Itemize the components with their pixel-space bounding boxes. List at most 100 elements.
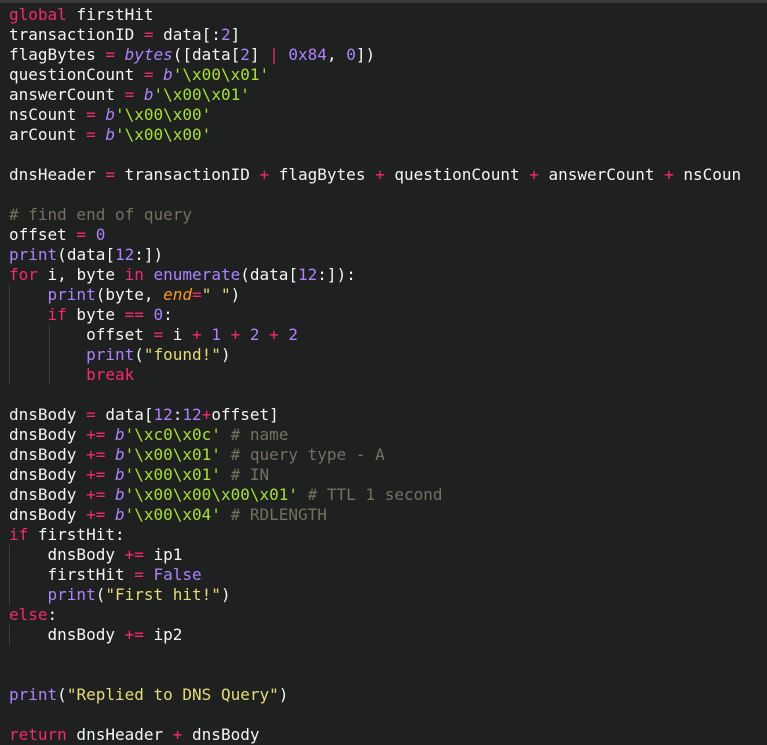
- code-token: ==: [124, 305, 144, 324]
- code-line[interactable]: flagBytes = bytes([data[2] | 0x84, 0]): [9, 45, 741, 65]
- code-token: offset: [86, 325, 144, 344]
- code-line[interactable]: break: [9, 365, 741, 385]
- code-line[interactable]: dnsBody = data[12:12+offset]: [9, 405, 741, 425]
- code-token: if: [9, 525, 29, 544]
- code-token: +: [519, 165, 549, 184]
- code-token: enumerate: [153, 265, 241, 284]
- code-token: # TTL 1 second: [298, 485, 443, 504]
- code-line[interactable]: [9, 185, 741, 205]
- code-token: end: [163, 285, 193, 304]
- code-line[interactable]: dnsHeader = transactionID + flagBytes + …: [9, 165, 741, 185]
- code-line[interactable]: if byte == 0:: [9, 305, 741, 325]
- code-line[interactable]: return dnsHeader + dnsBody: [9, 725, 741, 745]
- code-token: :: [47, 605, 58, 624]
- code-line[interactable]: dnsBody += b'\x00\x01' # IN: [9, 465, 741, 485]
- code-token: "First hit!": [105, 585, 221, 604]
- code-token: +: [249, 165, 279, 184]
- code-token: 2: [249, 325, 260, 344]
- indent-guide: [49, 345, 50, 365]
- code-token: '\x00\x01': [153, 85, 250, 104]
- code-token: i: [172, 325, 183, 344]
- code-token: '\x00\x00\x00\x01': [124, 485, 298, 504]
- code-line[interactable]: questionCount = b'\x00\x01': [9, 65, 741, 85]
- code-token: +: [365, 165, 395, 184]
- code-token: ip1: [153, 545, 183, 564]
- code-line[interactable]: print("First hit!"): [9, 585, 741, 605]
- code-editor[interactable]: global firstHit transactionID = data[:2] f…: [0, 0, 767, 745]
- code-token: b: [163, 65, 173, 84]
- code-line[interactable]: # find end of query: [9, 205, 741, 225]
- code-line[interactable]: if firstHit:: [9, 525, 741, 545]
- code-line[interactable]: else:: [9, 605, 741, 625]
- code-line[interactable]: dnsBody += b'\xc0\x0c' # name: [9, 425, 741, 445]
- code-token: =: [192, 285, 202, 304]
- code-token: dnsBody: [9, 445, 77, 464]
- code-token: questionCount: [9, 65, 135, 84]
- code-line[interactable]: nsCount = b'\x00\x00': [9, 105, 741, 125]
- code-line[interactable]: [9, 705, 741, 725]
- code-token: flagBytes: [9, 45, 96, 64]
- code-line[interactable]: print(data[12:]): [9, 245, 741, 265]
- code-line[interactable]: dnsBody += ip2: [9, 625, 741, 645]
- indent-guide: [49, 325, 50, 345]
- code-token: transactionID: [9, 25, 135, 44]
- code-token: '\x00\x01': [124, 445, 221, 464]
- code-token: firstHit: [76, 5, 154, 24]
- code-line[interactable]: print("found!"): [9, 345, 741, 365]
- code-area[interactable]: global firstHit transactionID = data[:2] f…: [9, 5, 741, 745]
- code-line[interactable]: transactionID = data[:2]: [9, 25, 741, 45]
- code-token: offset: [211, 405, 270, 424]
- code-token: (: [240, 265, 250, 284]
- code-token: ([: [172, 45, 193, 64]
- code-token: ): [220, 345, 231, 364]
- code-token: 12: [153, 405, 173, 424]
- code-token: [: [288, 265, 299, 284]
- code-line[interactable]: for i, byte in enumerate(data[12:]):: [9, 265, 741, 285]
- code-line[interactable]: [9, 385, 741, 405]
- code-token: nsCoun: [683, 165, 742, 184]
- code-line[interactable]: offset = 0: [9, 225, 741, 245]
- code-token: # query type - A: [220, 445, 385, 464]
- code-token: byte: [66, 305, 125, 324]
- indent-guide: [9, 585, 10, 605]
- code-token: answerCount: [9, 85, 115, 104]
- code-line[interactable]: answerCount = b'\x00\x01': [9, 85, 741, 105]
- code-token: "Replied to DNS Query": [66, 685, 279, 704]
- code-line[interactable]: dnsBody += b'\x00\x04' # RDLENGTH: [9, 505, 741, 525]
- code-token: dnsBody: [9, 505, 77, 524]
- code-token: " ": [201, 285, 231, 304]
- code-line[interactable]: firstHit = False: [9, 565, 741, 585]
- code-token: 0: [153, 305, 164, 324]
- code-line[interactable]: [9, 665, 741, 685]
- code-token: 0x84: [288, 45, 327, 64]
- code-line[interactable]: dnsBody += ip1: [9, 545, 741, 565]
- code-token: arCount: [9, 125, 77, 144]
- code-token: :]):: [317, 265, 356, 284]
- code-line[interactable]: print(byte, end=" "): [9, 285, 741, 305]
- code-line[interactable]: [9, 145, 741, 165]
- code-token: :]): [134, 245, 164, 264]
- code-token: ip2: [153, 625, 183, 644]
- code-token: +=: [76, 425, 115, 444]
- code-line[interactable]: global firstHit: [9, 5, 741, 25]
- code-token: dnsBody: [9, 465, 77, 484]
- code-token: :: [172, 405, 183, 424]
- code-line[interactable]: [9, 645, 741, 665]
- indent-guide: [9, 625, 10, 645]
- code-token: 12: [298, 265, 318, 284]
- code-line[interactable]: dnsBody += b'\x00\x01' # query type - A: [9, 445, 741, 465]
- code-line[interactable]: arCount = b'\x00\x00': [9, 125, 741, 145]
- code-line[interactable]: print("Replied to DNS Query"): [9, 685, 741, 705]
- code-token: dnsBody: [9, 485, 77, 504]
- code-token: else: [9, 605, 48, 624]
- code-token: b: [114, 445, 125, 464]
- code-token: (: [134, 345, 144, 364]
- code-token: # find end of query: [9, 205, 193, 224]
- code-line[interactable]: dnsBody += b'\x00\x00\x00\x01' # TTL 1 s…: [9, 485, 741, 505]
- code-line[interactable]: offset = i + 1 + 2 + 2: [9, 325, 741, 345]
